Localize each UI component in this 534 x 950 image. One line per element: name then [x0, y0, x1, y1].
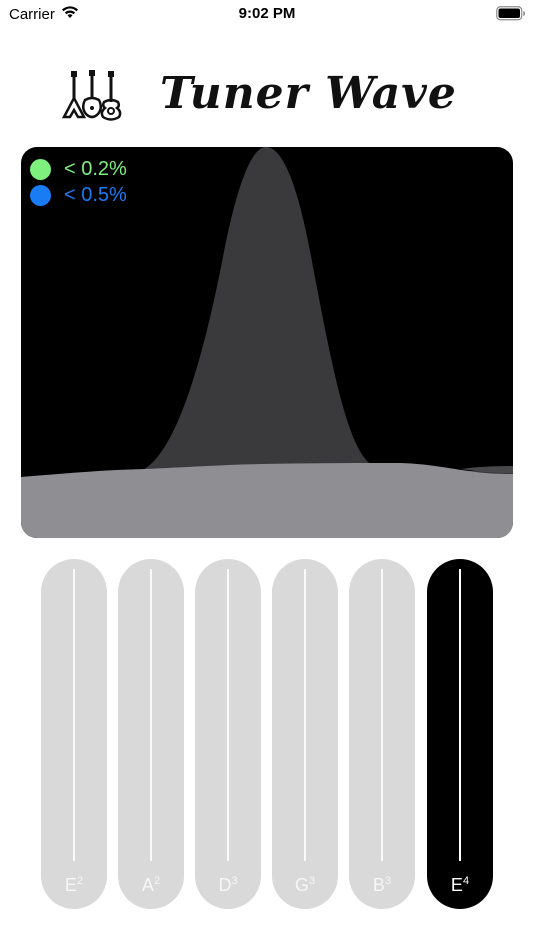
- app-title: Tuner Wave: [160, 68, 457, 119]
- status-time: 9:02 PM: [238, 5, 296, 22]
- string-line: [227, 569, 229, 861]
- string-button-e2[interactable]: E2: [41, 559, 107, 909]
- string-line: [150, 569, 152, 861]
- legend-dot-green-icon: [30, 158, 51, 180]
- status-bar: Carrier 9:02 PM: [0, 0, 534, 28]
- string-line: [459, 569, 461, 861]
- string-label-b3: B3: [372, 875, 392, 895]
- string-label-e2: E2: [64, 875, 84, 895]
- string-label-g3: G3: [294, 875, 316, 895]
- baseline-curve: [21, 463, 513, 538]
- string-button-a2[interactable]: A2: [118, 559, 184, 909]
- battery-icon: [496, 6, 526, 26]
- string-button-b3[interactable]: B3: [349, 559, 415, 909]
- string-line: [381, 569, 383, 861]
- string-label-d3: D3: [218, 875, 238, 895]
- tuner-screen: Carrier 9:02 PM Tuner Wave < 0.2% < 0.5%…: [0, 0, 534, 950]
- string-label-a2: A2: [141, 875, 161, 895]
- string-label-e4: E4: [450, 875, 470, 895]
- legend-item-coarse: < 0.5%: [30, 182, 127, 208]
- string-selector: E2 A2 D3 G3 B3 E4: [41, 559, 493, 909]
- frequency-graph: < 0.2% < 0.5%: [21, 147, 513, 538]
- string-line: [304, 569, 306, 861]
- string-button-e4[interactable]: E4: [427, 559, 493, 909]
- string-line: [73, 569, 75, 861]
- string-button-d3[interactable]: D3: [195, 559, 261, 909]
- string-button-g3[interactable]: G3: [272, 559, 338, 909]
- legend-dot-blue-icon: [30, 184, 51, 206]
- guitars-icon: [61, 70, 124, 127]
- accuracy-legend: < 0.2% < 0.5%: [30, 156, 127, 208]
- legend-label-fine: < 0.2%: [64, 157, 127, 180]
- legend-item-fine: < 0.2%: [30, 156, 127, 182]
- legend-label-coarse: < 0.5%: [64, 183, 127, 206]
- app-header: Tuner Wave: [0, 60, 534, 140]
